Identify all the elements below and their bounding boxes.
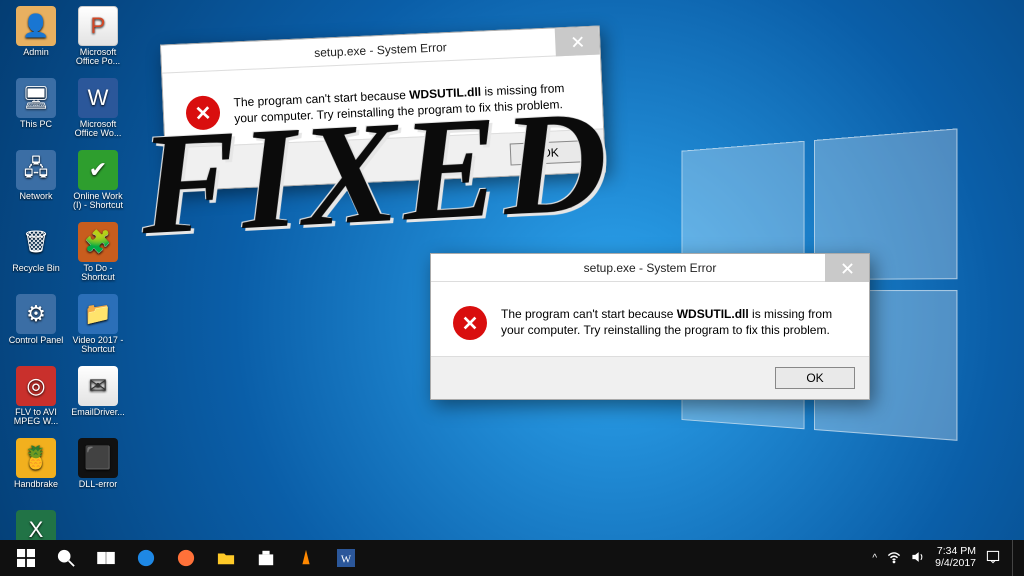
close-icon [572,36,583,47]
desktop-icon-control-panel[interactable]: ⚙Control Panel [6,294,66,364]
desktop-icon-video-2017[interactable]: 📁Video 2017 - Shortcut [68,294,128,364]
error-dialog-1[interactable]: setup.exe - System Error The program can… [160,25,606,191]
dialog2-close-button[interactable] [825,254,869,282]
desktop-icon-emaildriver[interactable]: ✉EmailDriver... [68,366,128,436]
desktop-icon-flv-to-avi[interactable]: ◎FLV to AVI MPEG W... [6,366,66,436]
desktop-icon-powerpoint[interactable]: PMicrosoft Office Po... [68,6,128,76]
dialog1-ok-button[interactable]: OK [510,140,591,165]
desktop-icon-this-pc[interactable]: 🖥This PC [6,78,66,148]
desktop-icon-network[interactable]: 🖧Network [6,150,66,220]
dialog2-body: The program can't start because WDSUTIL.… [431,282,869,356]
store-icon [257,549,275,567]
dialog2-titlebar[interactable]: setup.exe - System Error [431,254,869,282]
vlc-icon [297,549,315,567]
taskbar-app-firefox[interactable] [166,540,206,576]
desktop-icon-online-work[interactable]: ✔Online Work (I) - Shortcut [68,150,128,220]
firefox-icon [177,549,195,567]
search-icon [57,549,75,567]
tray-action-center-icon[interactable] [986,550,1000,567]
taskbar-app-store[interactable] [246,540,286,576]
start-button[interactable] [6,540,46,576]
taskbar-app-file-explorer[interactable] [206,540,246,576]
dialog2-message: The program can't start because WDSUTIL.… [501,306,847,340]
tray-clock[interactable]: 7:34 PM 9/4/2017 [935,546,976,569]
folder-icon [217,549,235,567]
edge-icon [137,549,155,567]
desktop-icon-admin[interactable]: 👤Admin [6,6,66,76]
search-button[interactable] [46,540,86,576]
tray-date: 9/4/2017 [935,558,976,570]
wifi-icon [887,550,901,564]
svg-text:W: W [341,554,352,566]
error-icon [185,95,220,130]
taskbar-app-word[interactable]: W [326,540,366,576]
windows-logo-icon [17,549,35,567]
dialog1-title: setup.exe - System Error [314,40,447,60]
speaker-icon [911,550,925,564]
dialog1-close-button[interactable] [555,27,600,57]
desktop-icon-grid: 👤Admin PMicrosoft Office Po... 🖥This PC … [6,6,128,576]
system-tray: ^ 7:34 PM 9/4/2017 [872,546,1006,569]
desktop-icon-dll-error[interactable]: ⬛DLL-error [68,438,128,508]
dialog1-message: The program can't start because WDSUTIL.… [233,79,580,128]
desktop-icon-recycle-bin[interactable]: 🗑Recycle Bin [6,222,66,292]
task-view-button[interactable] [86,540,126,576]
task-view-icon [97,549,115,567]
tray-volume-icon[interactable] [911,550,925,567]
desktop-icon-word[interactable]: WMicrosoft Office Wo... [68,78,128,148]
dialog2-ok-button[interactable]: OK [775,367,855,389]
error-icon [453,306,487,340]
tray-chevron-icon[interactable]: ^ [872,553,877,564]
dialog2-title: setup.exe - System Error [584,261,717,275]
show-desktop-button[interactable] [1012,540,1018,576]
tray-network-icon[interactable] [887,550,901,567]
word-icon: W [337,549,355,567]
taskbar-app-vlc[interactable] [286,540,326,576]
desktop-icon-todo[interactable]: 🧩To Do - Shortcut [68,222,128,292]
desktop-icon-handbrake[interactable]: 🍍Handbrake [6,438,66,508]
close-icon [842,263,853,274]
taskbar: W ^ 7:34 PM 9/4/2017 [0,540,1024,576]
notification-icon [986,550,1000,564]
error-dialog-2[interactable]: setup.exe - System Error The program can… [430,253,870,400]
taskbar-app-edge[interactable] [126,540,166,576]
